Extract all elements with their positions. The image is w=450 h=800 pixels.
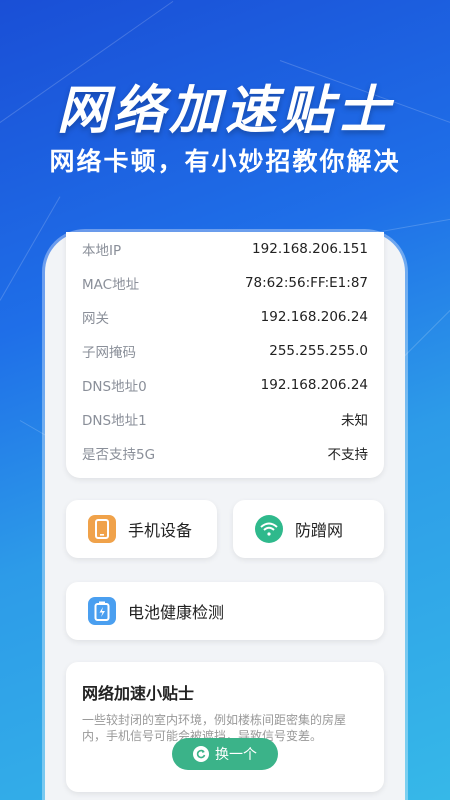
swap-tip-label: 换一个: [215, 747, 257, 763]
info-row-subnet: 子网掩码 255.255.255.0: [82, 334, 368, 368]
battery-check-button[interactable]: 电池健康检测: [66, 582, 384, 640]
hero-title: 网络加速贴士: [56, 81, 393, 141]
info-value: 255.255.255.0: [269, 343, 368, 359]
info-row-5g: 是否支持5G 不支持: [82, 436, 368, 470]
refresh-icon: [193, 746, 209, 762]
info-value: 192.168.206.151: [252, 241, 368, 257]
info-value: 192.168.206.24: [260, 309, 368, 325]
swap-tip-button[interactable]: 换一个: [172, 738, 278, 770]
info-key: MAC地址: [82, 277, 140, 293]
phone-device-label: 手机设备: [128, 521, 193, 540]
info-row-gateway: 网关 192.168.206.24: [82, 300, 368, 334]
info-key: 子网掩码: [82, 345, 136, 361]
info-row-local-ip: 本地IP 192.168.206.151: [82, 232, 368, 266]
wifi-icon: [255, 515, 283, 543]
battery-check-label: 电池健康检测: [128, 603, 225, 622]
info-row-dns1: DNS地址1 未知: [82, 402, 368, 436]
info-value: 192.168.206.24: [260, 377, 368, 393]
info-key: 网关: [82, 311, 109, 327]
anti-leech-button[interactable]: 防蹭网: [233, 500, 384, 558]
tips-card: 网络加速小贴士 一些较封闭的室内环境，例如楼栋间距密集的房屋内，手机信号可能会被…: [66, 662, 384, 792]
info-key: DNS地址0: [82, 379, 147, 395]
phone-device-button[interactable]: 手机设备: [66, 500, 217, 558]
info-value: 78:62:56:FF:E1:87: [244, 275, 368, 291]
phone-icon: [88, 515, 116, 543]
hero-subtitle: 网络卡顿，有小妙招教你解决: [49, 147, 401, 176]
tips-title: 网络加速小贴士: [82, 684, 195, 703]
anti-leech-label: 防蹭网: [295, 521, 344, 540]
info-key: 本地IP: [82, 243, 122, 259]
info-row-dns0: DNS地址0 192.168.206.24: [82, 368, 368, 402]
info-key: DNS地址1: [82, 413, 147, 429]
info-value: 未知: [341, 413, 368, 429]
info-row-mac: MAC地址 78:62:56:FF:E1:87: [82, 266, 368, 300]
battery-icon: [88, 597, 116, 625]
info-key: 是否支持5G: [82, 447, 156, 463]
network-info-card: 本地IP 192.168.206.151 MAC地址 78:62:56:FF:E…: [66, 232, 384, 478]
info-value: 不支持: [327, 447, 369, 463]
